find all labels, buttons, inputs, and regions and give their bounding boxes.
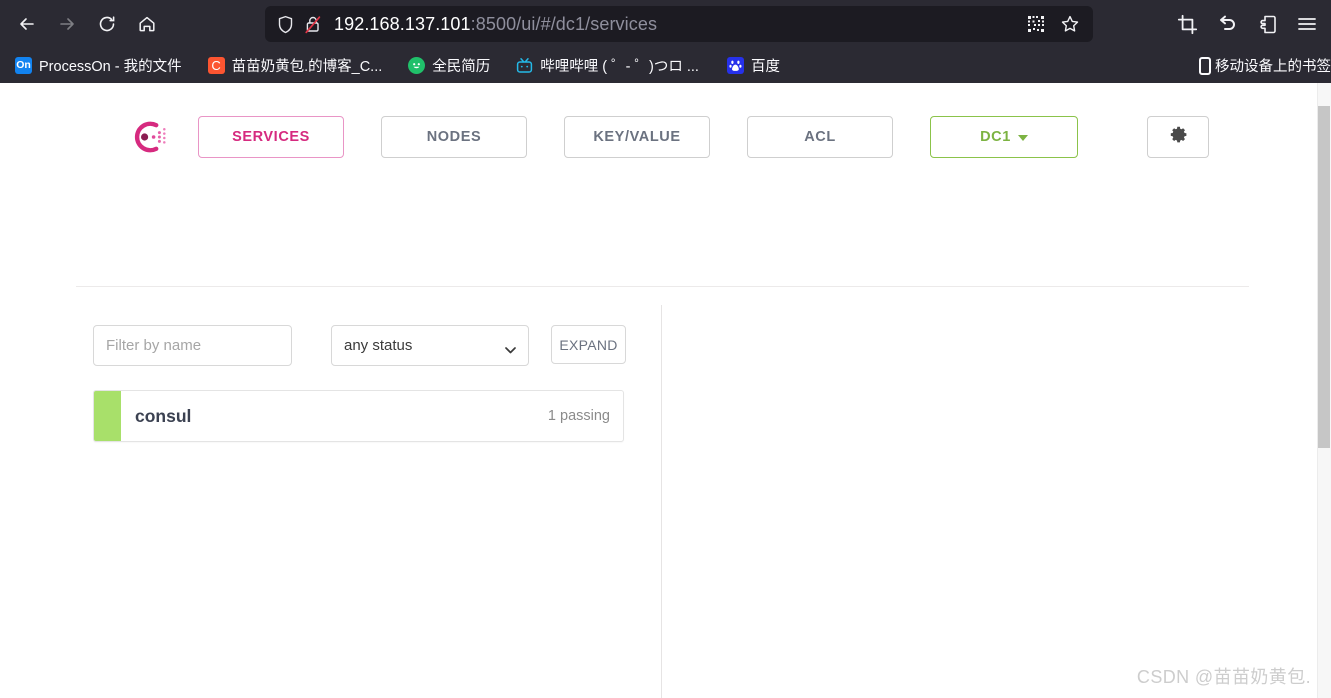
bookmark-processon[interactable]: On ProcessOn - 我的文件 <box>8 52 189 79</box>
expand-label: EXPAND <box>559 336 618 353</box>
bookmark-label: 百度 <box>750 59 780 75</box>
tab-label: ACL <box>804 129 836 145</box>
tab-services[interactable]: SERVICES <box>198 116 344 158</box>
processon-favicon-icon: On <box>15 57 32 74</box>
bookmarks-mobile-folder[interactable]: 移动设备上的书签 <box>1199 55 1331 76</box>
datacenter-selector[interactable]: DC1 <box>930 116 1078 158</box>
filter-by-name-input[interactable] <box>93 325 292 366</box>
page-scrollbar-thumb[interactable] <box>1318 106 1330 448</box>
service-row-body: consul 1 passing <box>121 391 623 441</box>
tab-label: KEY/VALUE <box>593 129 681 145</box>
service-name: consul <box>135 405 192 426</box>
address-bar-actions <box>1021 9 1087 39</box>
browser-toolbar-right <box>1171 0 1323 48</box>
health-status-indicator <box>94 391 121 441</box>
content-column-divider <box>661 305 662 698</box>
consul-navbar: SERVICES NODES KEY/VALUE ACL DC1 <box>0 83 1331 159</box>
undo-icon[interactable] <box>1211 8 1243 40</box>
extensions-icon[interactable] <box>1251 8 1283 40</box>
tab-acl[interactable]: ACL <box>747 116 893 158</box>
service-list: consul 1 passing <box>93 390 624 442</box>
star-icon[interactable] <box>1055 9 1085 39</box>
gear-icon <box>1167 124 1189 150</box>
address-bar-container[interactable]: 192.168.137.101:8500/ui/#/dc1/services <box>265 6 1093 42</box>
chevron-down-icon <box>1017 135 1028 141</box>
qr-code-icon[interactable] <box>1021 9 1051 39</box>
baidu-favicon-icon <box>726 57 744 74</box>
tab-key-value[interactable]: KEY/VALUE <box>564 116 710 158</box>
status-filter-wrapper: any status <box>331 325 529 366</box>
header-divider <box>76 286 1249 287</box>
address-bar[interactable]: 192.168.137.101:8500/ui/#/dc1/services <box>265 6 1093 42</box>
bookmarks-bar: On ProcessOn - 我的文件 C 苗苗奶黄包.的博客_C... 全民简… <box>0 48 1331 83</box>
quanmin-jianli-favicon-icon <box>408 57 426 74</box>
mobile-device-icon <box>1199 56 1211 75</box>
lock-crossed-icon[interactable] <box>304 15 322 34</box>
consul-tabs: SERVICES NODES KEY/VALUE ACL DC1 <box>198 116 1209 158</box>
bookmark-csdn-blog[interactable]: C 苗苗奶黄包.的博客_C... <box>201 52 390 79</box>
tab-label: SERVICES <box>232 129 310 145</box>
browser-chrome: 192.168.137.101:8500/ui/#/dc1/services O… <box>0 0 1331 83</box>
bookmark-bilibili[interactable]: 哔哩哔哩 ( ゜- ゜)つロ ... <box>509 52 706 79</box>
bookmark-label: 全民简历 <box>432 59 491 75</box>
screenshot-crop-icon[interactable] <box>1171 8 1203 40</box>
consul-logo-icon[interactable] <box>126 115 170 159</box>
expand-button[interactable]: EXPAND <box>551 325 626 364</box>
bookmark-quanmin-jianli[interactable]: 全民简历 <box>401 52 497 79</box>
settings-button[interactable] <box>1147 116 1209 158</box>
bookmark-label: 苗苗奶黄包.的博客_C... <box>231 59 383 75</box>
shield-icon[interactable] <box>277 15 294 34</box>
url-host: 192.168.137.101 <box>334 13 471 34</box>
service-row-consul[interactable]: consul 1 passing <box>93 390 624 442</box>
csdn-favicon-icon: C <box>207 57 225 74</box>
reload-icon[interactable] <box>90 7 124 41</box>
consul-page: SERVICES NODES KEY/VALUE ACL DC1 Filter … <box>0 83 1331 698</box>
service-filters: any status EXPAND <box>93 325 626 366</box>
app-menu-icon[interactable] <box>1291 8 1323 40</box>
status-filter-select[interactable]: any status <box>331 325 529 366</box>
bookmark-label: 哔哩哔哩 ( ゜- ゜)つロ ... <box>540 59 699 75</box>
url-path: :8500/ui/#/dc1/services <box>470 13 658 34</box>
back-arrow-icon[interactable] <box>10 7 44 41</box>
bookmarks-mobile-label: 移动设备上的书签 <box>1215 59 1331 75</box>
page-scrollbar[interactable] <box>1317 83 1331 698</box>
bilibili-favicon-icon <box>516 57 533 74</box>
service-health-count: 1 passing <box>547 408 610 424</box>
browser-toolbar: 192.168.137.101:8500/ui/#/dc1/services <box>0 0 1331 48</box>
url-text[interactable]: 192.168.137.101:8500/ui/#/dc1/services <box>334 14 1021 35</box>
watermark: CSDN @苗苗奶黄包. <box>1136 667 1311 687</box>
bookmark-baidu[interactable]: 百度 <box>720 52 787 79</box>
bookmark-label: ProcessOn - 我的文件 <box>39 59 182 75</box>
tab-nodes[interactable]: NODES <box>381 116 527 158</box>
datacenter-label: DC1 <box>980 129 1011 145</box>
forward-arrow-icon[interactable] <box>50 7 84 41</box>
home-icon[interactable] <box>130 7 164 41</box>
tab-label: NODES <box>426 129 482 145</box>
